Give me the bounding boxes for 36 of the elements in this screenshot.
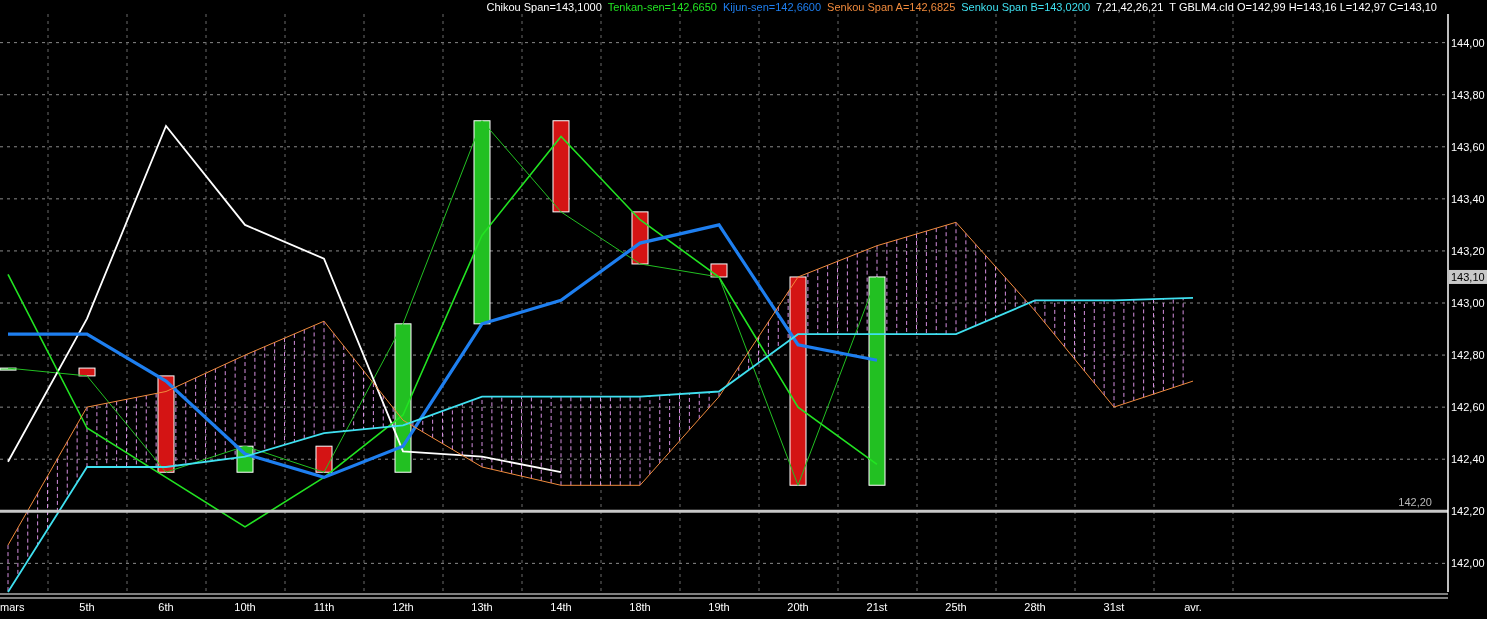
axis-label: 6th <box>158 601 174 613</box>
axis-label: 142,60 <box>1451 401 1485 414</box>
axis-label: 5th <box>79 601 95 613</box>
axis-label: 10th <box>234 601 256 613</box>
axis-label: avr. <box>1184 601 1202 613</box>
axis-label: 25th <box>945 601 967 613</box>
axis-label: 143,00 <box>1451 297 1485 309</box>
indicator-readout: T GBLM4.cId O=142,99 H=143,16 L=142,97 C=143,10 <box>1169 0 1437 14</box>
axis-label: 143,80 <box>1451 88 1485 101</box>
axis-label: 21st <box>866 601 888 613</box>
axis-label: 18th <box>629 601 651 613</box>
indicator-readout: Chikou Span=143,1000 <box>486 0 602 14</box>
axis-label: 11th <box>313 601 335 613</box>
indicator-readout: Kijun-sen=142,6600 <box>722 0 822 14</box>
axis-label: 142,20 <box>1451 505 1485 518</box>
axis-label: 13th <box>471 601 493 613</box>
axis-label: 28th <box>1024 601 1046 613</box>
axis-label: 142,00 <box>1451 557 1485 570</box>
axis-label: 143,40 <box>1451 192 1485 205</box>
indicator-readout: Tenkan-sen=142,6650 <box>607 0 717 14</box>
indicator-readout: Senkou Span B=143,0200 <box>961 0 1091 14</box>
axis-label: 12th <box>392 601 414 613</box>
axis-label: 143,20 <box>1451 244 1485 257</box>
price-level-label: 142,20 <box>1398 496 1432 509</box>
axis-label: mars <box>0 601 25 613</box>
price-tag: 143,10 <box>1449 269 1487 284</box>
axis-label: 31st <box>1103 601 1125 613</box>
indicator-readout: 7,21,42,26,21 <box>1096 0 1164 14</box>
axis-label: 143,60 <box>1451 140 1485 153</box>
axis-label: 142,80 <box>1451 349 1485 362</box>
axis-label: 14th <box>550 601 572 613</box>
axis-label: 142,40 <box>1451 453 1485 466</box>
indicator-readout: Senkou Span A=142,6825 <box>827 0 956 14</box>
axis-label: 19th <box>708 601 730 613</box>
axis-label: 144,00 <box>1451 36 1485 49</box>
axis-label: 20th <box>787 601 809 613</box>
